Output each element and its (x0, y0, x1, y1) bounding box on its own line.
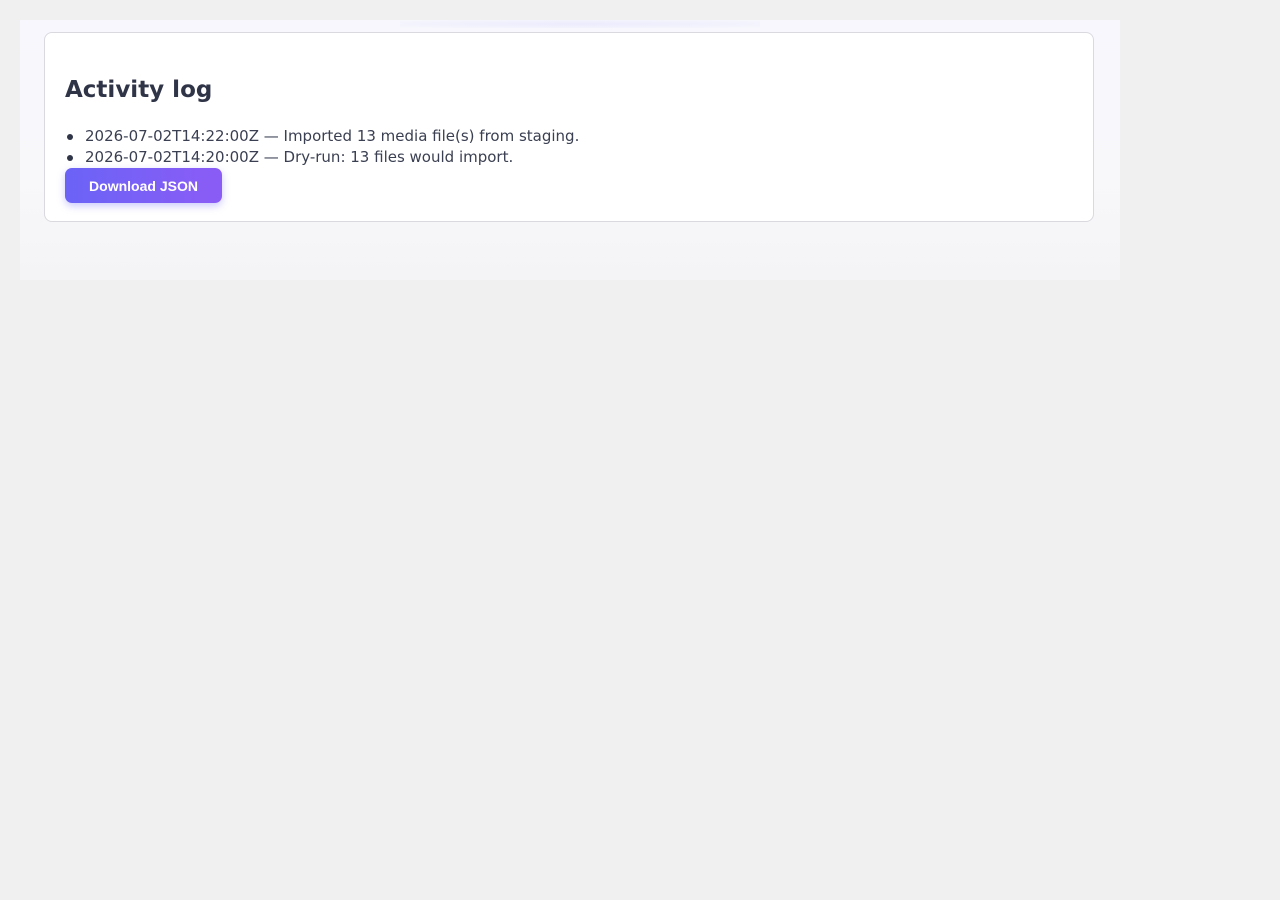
download-json-button[interactable]: Download JSON (65, 168, 222, 203)
log-entry-text: 2026-07-02T14:22:00Z — Imported 13 media… (85, 127, 580, 145)
activity-log-card: Activity log 2026-07-02T14:22:00Z — Impo… (44, 32, 1094, 222)
log-entry: 2026-07-02T14:20:00Z — Dry-run: 13 files… (67, 147, 579, 168)
log-entry-text: 2026-07-02T14:20:00Z — Dry-run: 13 files… (85, 148, 514, 166)
activity-log-title: Activity log (65, 77, 213, 103)
activity-log-list: 2026-07-02T14:22:00Z — Imported 13 media… (65, 126, 579, 168)
bullet-icon (67, 155, 73, 161)
bullet-icon (67, 134, 73, 140)
log-entry: 2026-07-02T14:22:00Z — Imported 13 media… (67, 126, 580, 147)
decorative-top-fade (400, 20, 760, 28)
page-surface: Activity log 2026-07-02T14:22:00Z — Impo… (20, 20, 1120, 280)
